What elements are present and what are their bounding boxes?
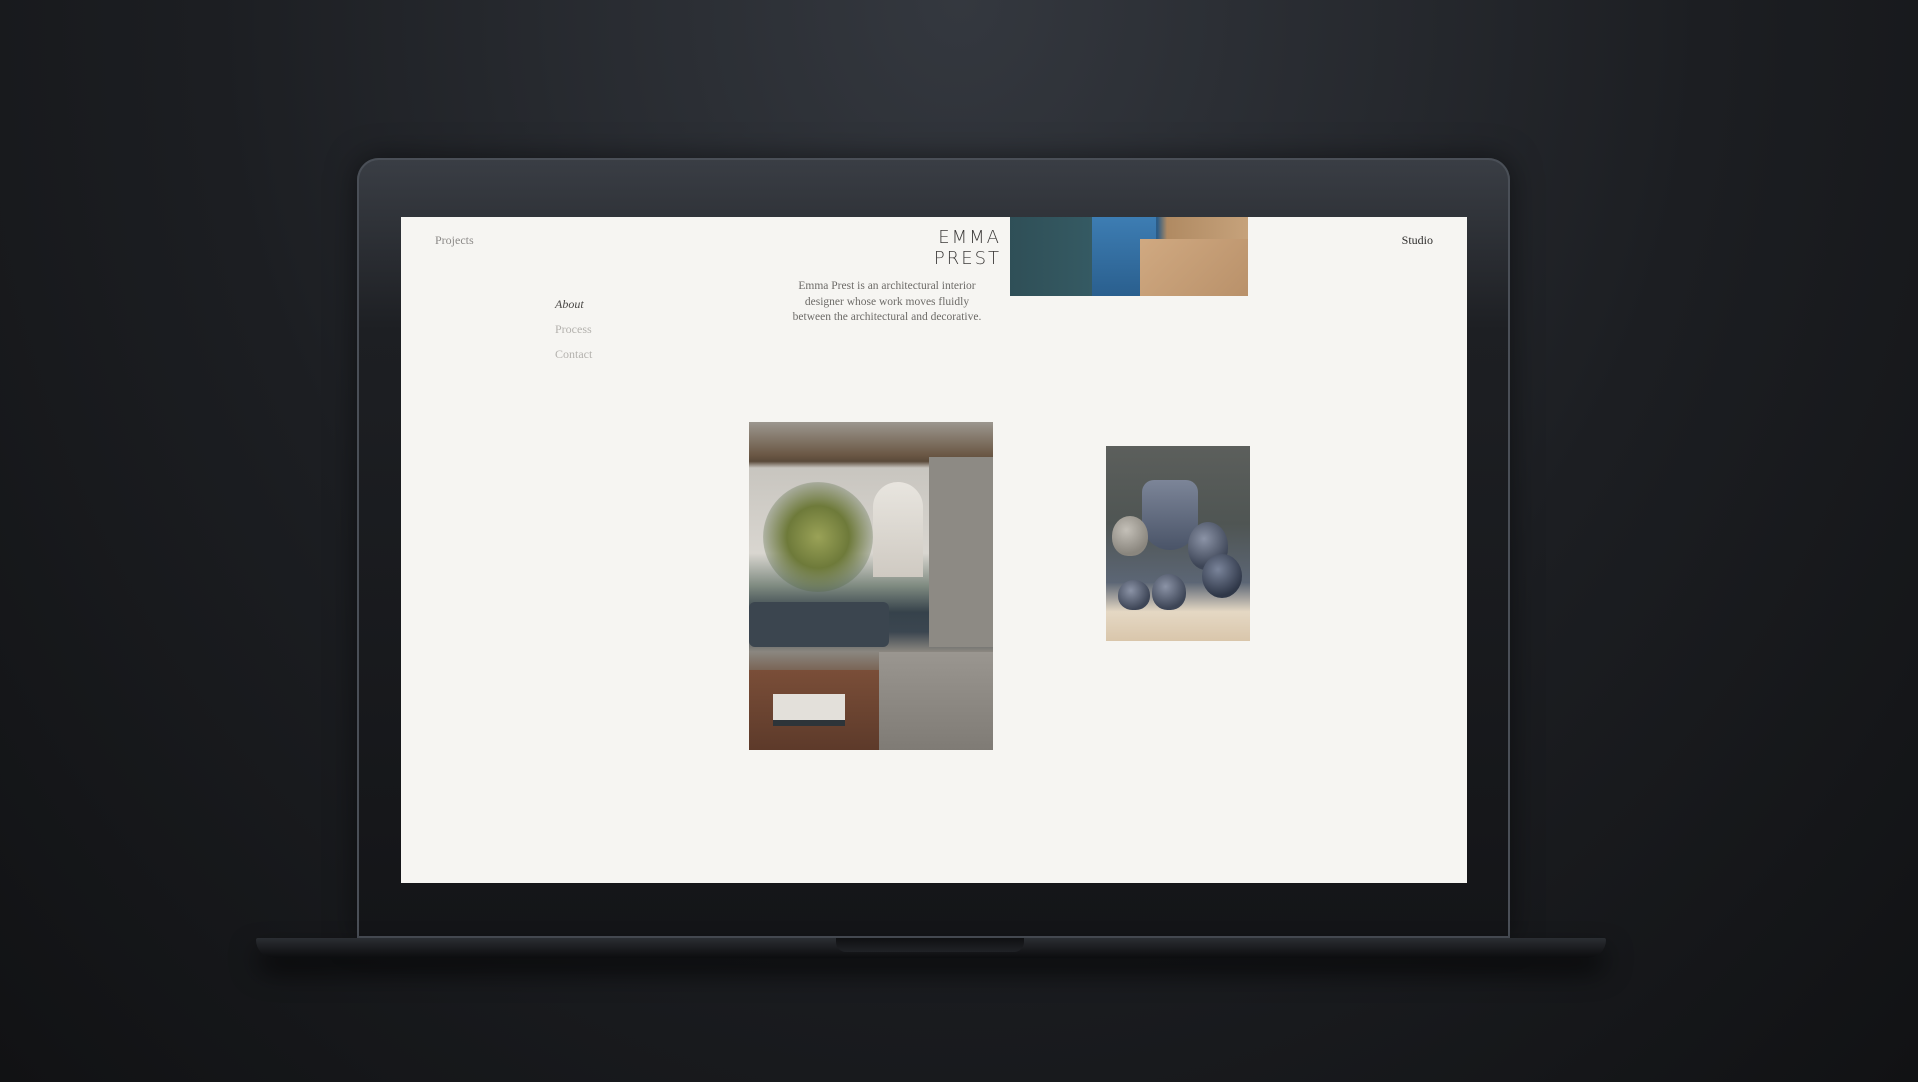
living-room-books <box>773 694 845 726</box>
website-screen: Projects EMMA PREST Studio About Process… <box>401 217 1467 883</box>
ceramics-pot <box>1118 580 1150 610</box>
side-nav-contact[interactable]: Contact <box>555 347 592 362</box>
ceramics-pot <box>1112 516 1148 556</box>
portrait-board <box>1140 239 1248 296</box>
ceramics-pot <box>1152 574 1186 610</box>
ceramics-photo[interactable] <box>1106 446 1250 641</box>
side-nav-process[interactable]: Process <box>555 322 592 337</box>
nav-studio-link[interactable]: Studio <box>1402 233 1433 248</box>
brand-logo[interactable]: EMMA PREST <box>867 227 1001 269</box>
intro-text: Emma Prest is an architectural interior … <box>792 280 982 323</box>
nav-projects-link[interactable]: Projects <box>435 233 474 248</box>
side-nav-about[interactable]: About <box>555 297 592 312</box>
portrait-photo[interactable] <box>1010 217 1248 296</box>
side-nav: About Process Contact <box>555 297 592 372</box>
laptop-notch <box>836 938 1024 952</box>
living-room-plant <box>763 482 873 592</box>
living-room-wall <box>929 457 993 647</box>
living-room-sofa <box>749 602 889 647</box>
living-room-photo[interactable] <box>749 422 993 750</box>
living-room-floor <box>879 652 993 750</box>
living-room-door <box>873 482 923 577</box>
ceramics-pot <box>1202 554 1242 598</box>
